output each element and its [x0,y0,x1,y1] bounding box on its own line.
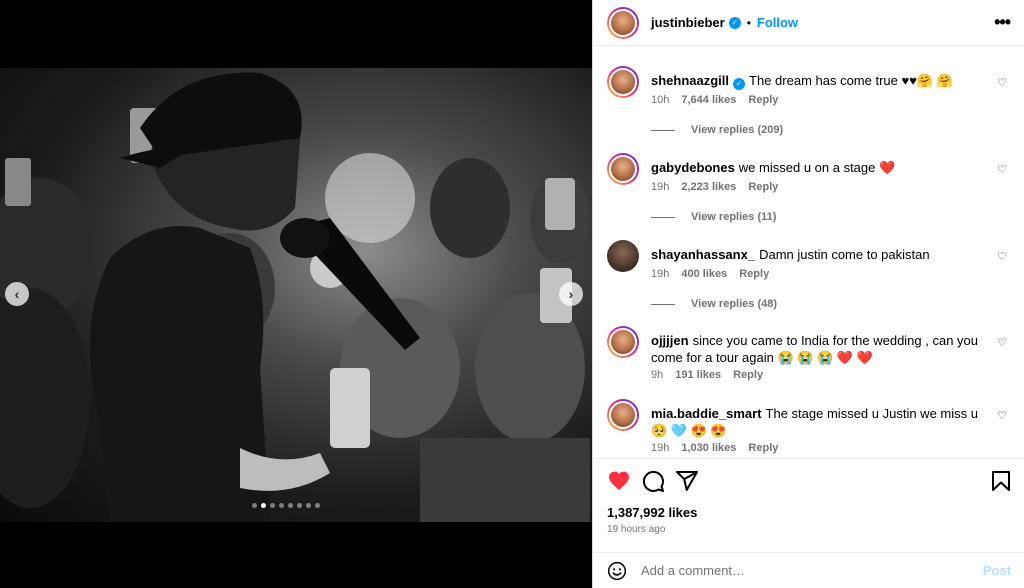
view-replies-button[interactable]: View replies (209) [651,124,783,136]
reply-button[interactable]: Reply [748,442,778,454]
add-comment-bar: Post [593,552,1024,588]
comment-body: mia.baddie_smart The stage missed u Justi… [651,405,991,439]
comments-list: shehnaazgill ✓ The dream has come true ♥♥🤗… [593,46,1024,458]
comment-likes[interactable]: 7,644 likes [681,94,736,106]
comment-body: gabydebones we missed u on a stage ❤️ [651,159,991,176]
heart-outline-icon[interactable]: ♡ [997,409,1007,422]
commenter-avatar[interactable] [607,326,639,358]
post-actions: 1,387,992 likes 19 hours ago [593,458,1024,544]
reply-button[interactable]: Reply [733,369,763,381]
comment-time[interactable]: 10h [651,94,669,106]
carousel-dot [261,503,266,508]
comment-body: shehnaazgill ✓ The dream has come true ♥♥🤗… [651,72,991,90]
post-side-panel: justinbieber ✓ • Follow ••• shehnaazgill… [592,0,1024,588]
reply-button[interactable]: Reply [748,94,778,106]
comment-item: mia.baddie_smart The stage missed u Justi… [607,399,1011,458]
bookmark-icon[interactable] [989,469,1013,493]
carousel-dot [315,503,320,508]
comment-likes[interactable]: 400 likes [681,268,727,280]
post-timestamp[interactable]: 19 hours ago [607,524,665,535]
commenter-avatar[interactable] [607,153,639,185]
post-media: ‹ › [0,0,592,588]
commenter-avatar[interactable] [607,399,639,431]
post-comment-button[interactable]: Post [983,563,1011,578]
follow-button[interactable]: Follow [757,15,798,30]
comment-time[interactable]: 9h [651,369,663,381]
heart-outline-icon[interactable]: ♡ [997,76,1007,89]
comment-text: since you came to India for the wedding … [651,333,979,365]
comment-time[interactable]: 19h [651,442,669,454]
comment-username[interactable]: mia.baddie_smart [651,406,762,421]
author-avatar[interactable] [607,6,639,39]
chevron-left-icon[interactable]: ‹ [5,282,29,306]
comment-text: The dream has come true ♥♥🤗 🤗 [749,73,953,88]
comment-item: gabydebones we missed u on a stage ❤️ 19h… [607,153,1011,233]
separator-dot: • [746,15,751,30]
comment-likes[interactable]: 2,223 likes [681,181,736,193]
comment-username[interactable]: gabydebones [651,160,735,175]
chevron-right-icon[interactable]: › [559,282,583,306]
comment-likes[interactable]: 1,030 likes [681,442,736,454]
more-options-icon[interactable]: ••• [994,12,1011,33]
comment-bubble-icon[interactable] [641,469,665,493]
comment-meta: 19h 1,030 likes Reply [651,442,778,454]
comment-text: Damn justin come to pakistan [759,247,930,262]
view-replies-label: View replies (209) [691,124,784,136]
carousel-dot [252,503,257,508]
comment-likes[interactable]: 191 likes [675,369,721,381]
carousel-indicator [252,503,320,508]
comment-username[interactable]: shayanhassanx_ [651,247,755,262]
comment-item: ojjjjen since you came to India for the w… [607,326,1011,386]
author-username[interactable]: justinbieber [651,15,725,30]
heart-outline-icon[interactable]: ♡ [997,250,1007,263]
verified-badge-icon: ✓ [728,16,741,29]
view-replies-label: View replies (11) [691,211,777,223]
divider-line [651,303,675,305]
smiley-icon[interactable] [607,561,627,581]
commenter-avatar[interactable] [607,240,639,272]
verified-badge-icon: ✓ [733,78,746,90]
comment-body: ojjjjen since you came to India for the w… [651,332,991,366]
concert-photo[interactable] [0,68,592,522]
reply-button[interactable]: Reply [748,181,778,193]
comment-username[interactable]: shehnaazgill [651,73,729,88]
divider-line [651,129,675,131]
carousel-dot [279,503,284,508]
reply-button[interactable]: Reply [739,268,769,280]
commenter-avatar[interactable] [607,66,639,98]
comment-time[interactable]: 19h [651,181,669,193]
comment-meta: 10h 7,644 likes Reply [651,94,778,106]
comment-username[interactable]: ojjjjen [651,333,689,348]
comment-meta: 9h 191 likes Reply [651,369,763,381]
comment-text: we missed u on a stage ❤️ [738,160,896,175]
comment-time[interactable]: 19h [651,268,669,280]
comment-meta: 19h 400 likes Reply [651,268,769,280]
concert-photo-illustration [0,72,590,522]
comment-item: shayanhassanx_ Damn justin come to pakist… [607,240,1011,320]
heart-outline-icon[interactable]: ♡ [997,336,1007,349]
comment-input[interactable] [641,563,961,578]
carousel-dot [288,503,293,508]
view-replies-button[interactable]: View replies (48) [651,298,777,310]
comment-meta: 19h 2,223 likes Reply [651,181,778,193]
comment-item: shehnaazgill ✓ The dream has come true ♥♥🤗… [607,66,1011,146]
likes-count[interactable]: 1,387,992 likes [607,505,697,520]
heart-outline-icon[interactable]: ♡ [997,163,1007,176]
view-replies-label: View replies (48) [691,298,778,310]
carousel-dot [270,503,275,508]
view-replies-button[interactable]: View replies (11) [651,211,776,223]
post-header: justinbieber ✓ • Follow ••• [593,0,1024,46]
divider-line [651,216,675,218]
carousel-dot [297,503,302,508]
heart-filled-icon[interactable] [607,469,631,493]
carousel-dot [306,503,311,508]
comment-body: shayanhassanx_ Damn justin come to pakist… [651,246,991,263]
paper-plane-icon[interactable] [675,469,699,493]
